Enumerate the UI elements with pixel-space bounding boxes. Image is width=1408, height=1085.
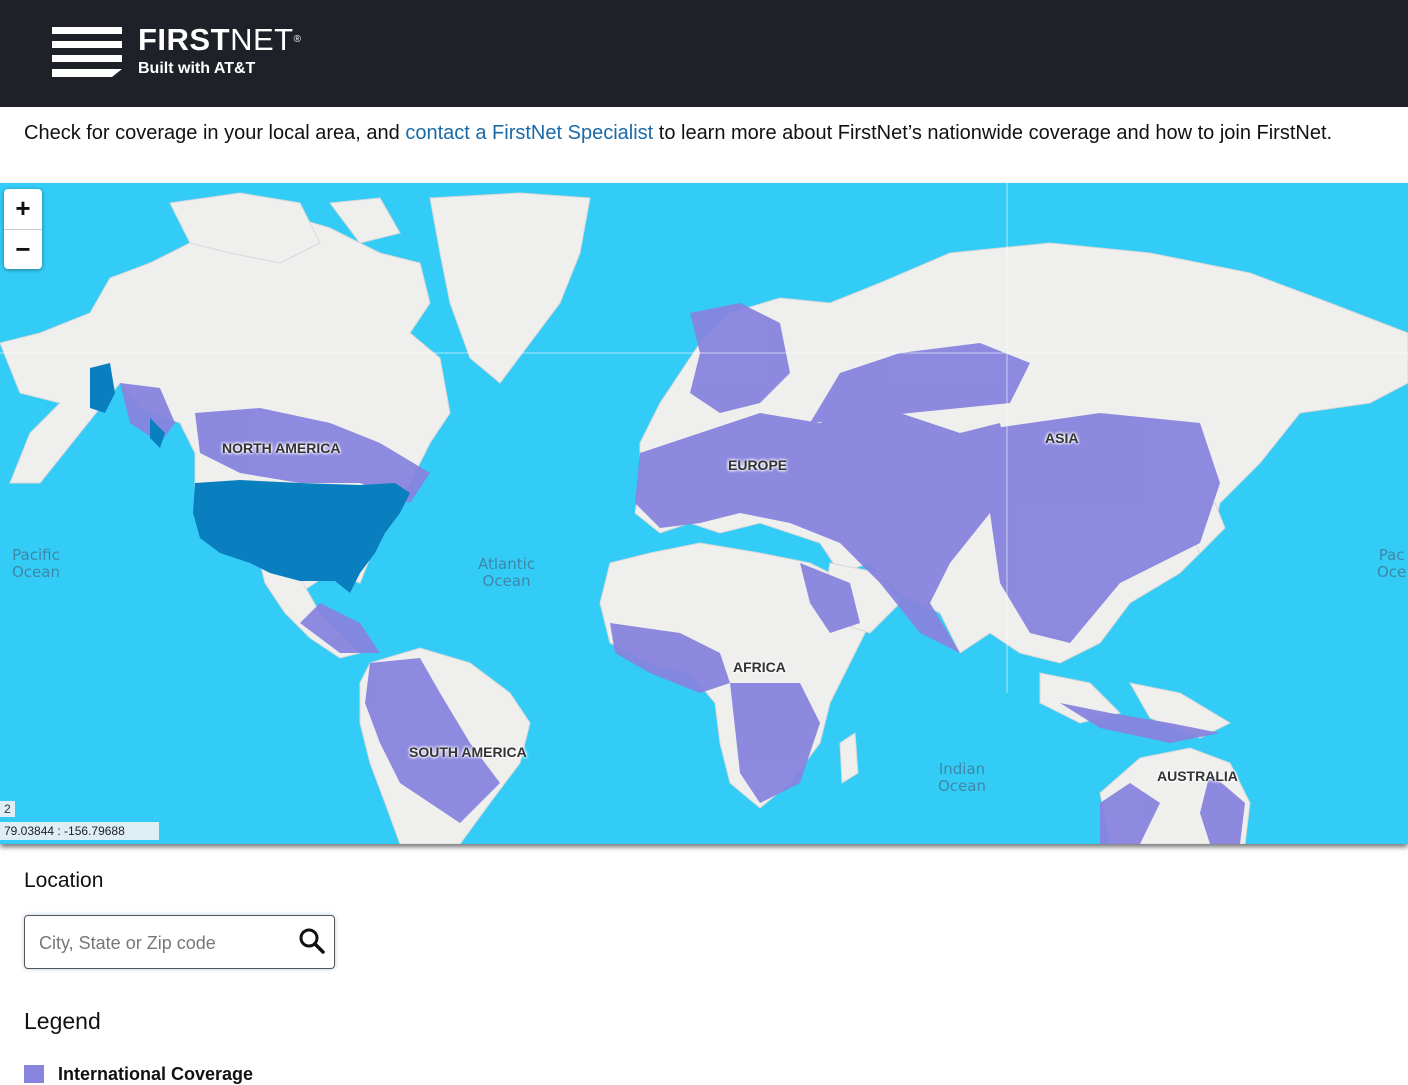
us-coverage-area: [193, 480, 410, 593]
brand[interactable]: FIRSTNET® Built with AT&T: [138, 22, 301, 78]
coverage-map[interactable]: + − NORTH AMERICA EUROPE ASIA AFRICA SOU…: [0, 183, 1408, 844]
legend-swatch: [24, 1065, 44, 1083]
brand-subtitle: Built with AT&T: [138, 60, 256, 77]
coordinate-readout: 79.03844 : -156.79688: [0, 822, 159, 840]
label-asia: ASIA: [1045, 430, 1079, 446]
label-north-america: NORTH AMERICA: [222, 440, 341, 456]
intro-text: Check for coverage in your local area, a…: [24, 122, 1333, 144]
zoom-control: + −: [4, 189, 42, 269]
firstnet-logo-icon[interactable]: [52, 27, 124, 77]
site-header: FIRSTNET® Built with AT&T: [0, 0, 1408, 107]
label-pacific-ocean-right: Pac Oce: [1377, 546, 1407, 581]
location-search: [24, 915, 335, 969]
label-australia: AUSTRALIA: [1157, 768, 1238, 784]
label-indian-ocean: Indian Ocean: [938, 760, 986, 795]
label-europe: EUROPE: [728, 457, 788, 473]
contact-specialist-link[interactable]: contact a FirstNet Specialist: [405, 122, 653, 144]
zoom-level-readout: 2: [0, 801, 15, 817]
location-title: Location: [24, 869, 104, 892]
world-map-graphic: [0, 183, 1408, 844]
location-search-input[interactable]: [37, 924, 291, 962]
search-icon[interactable]: [298, 926, 326, 956]
brand-name: FIRSTNET®: [138, 22, 302, 57]
zoom-out-button[interactable]: −: [4, 230, 42, 270]
zoom-in-button[interactable]: +: [4, 189, 42, 230]
legend-title: Legend: [24, 1008, 101, 1034]
label-south-america: SOUTH AMERICA: [409, 744, 527, 760]
label-pacific-ocean-left: Pacific Ocean: [12, 546, 60, 581]
legend-label: International Coverage: [58, 1064, 254, 1084]
label-atlantic-ocean: Atlantic Ocean: [478, 555, 536, 590]
label-africa: AFRICA: [733, 659, 786, 675]
greenland-land: [429, 192, 591, 384]
